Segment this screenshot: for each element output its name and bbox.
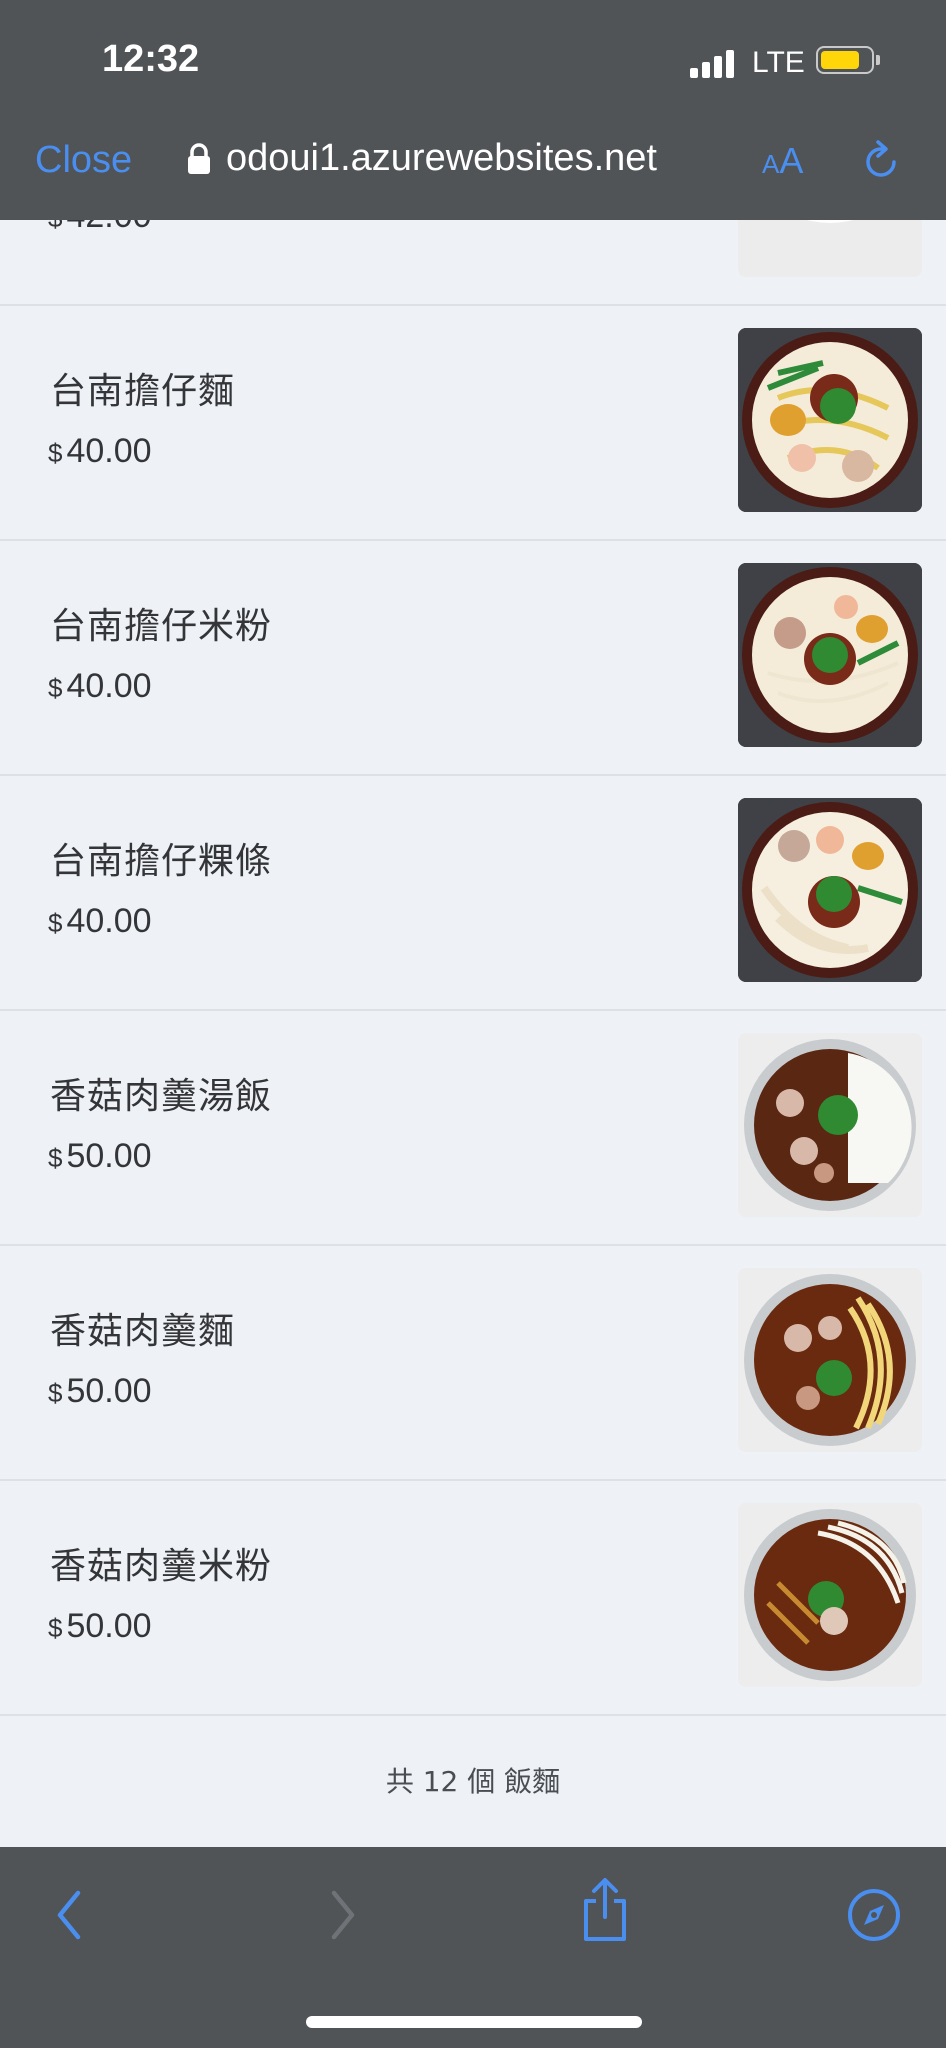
noodle-bowl-image bbox=[738, 328, 922, 512]
chevron-right-icon[interactable] bbox=[326, 1887, 360, 1943]
battery-cap bbox=[876, 55, 880, 65]
menu-item[interactable]: 台南擔仔米粉 $40.00 bbox=[0, 541, 946, 776]
menu-item[interactable]: 香菇肉羹米粉 $50.00 bbox=[0, 1481, 946, 1716]
item-count-footer: 共 12 個 飯麵 bbox=[385, 1765, 561, 1798]
text-size-small-glyph: A bbox=[762, 149, 780, 179]
menu-item[interactable]: 香菇肉羹湯飯 $50.00 bbox=[0, 1011, 946, 1246]
currency-symbol: $ bbox=[48, 1378, 63, 1408]
item-name: 台南擔仔粿條 bbox=[50, 841, 273, 882]
browser-header: 12:32 LTE Close odoui1.azurewebsites.net… bbox=[0, 0, 946, 220]
text-size-large-glyph: A bbox=[779, 140, 804, 181]
address-bar[interactable]: odoui1.azurewebsites.net bbox=[186, 137, 657, 180]
soup-rice-bowl-image bbox=[738, 1033, 922, 1217]
currency-symbol: $ bbox=[48, 673, 63, 703]
item-price: $40.00 bbox=[48, 432, 152, 471]
item-price: $40.00 bbox=[48, 667, 152, 706]
currency-symbol: $ bbox=[48, 1613, 63, 1643]
price-amount: 40.00 bbox=[66, 667, 152, 705]
flat-noodle-bowl-image bbox=[738, 798, 922, 982]
item-name: 台南擔仔米粉 bbox=[50, 606, 273, 647]
currency-symbol: $ bbox=[48, 908, 63, 938]
network-type: LTE bbox=[752, 46, 805, 79]
soup-noodle-bowl-image bbox=[738, 1268, 922, 1452]
currency-symbol: $ bbox=[48, 1143, 63, 1173]
item-name: 台南擔仔麵 bbox=[50, 371, 236, 412]
price-amount: 40.00 bbox=[66, 902, 152, 940]
compass-icon[interactable] bbox=[846, 1887, 902, 1943]
item-name: 香菇肉羹米粉 bbox=[50, 1546, 273, 1587]
chevron-left-icon[interactable] bbox=[52, 1887, 86, 1943]
share-icon[interactable] bbox=[580, 1877, 630, 1943]
item-price: $40.00 bbox=[48, 902, 152, 941]
menu-item[interactable]: 台南擔仔麵 $40.00 bbox=[0, 306, 946, 541]
item-price: $50.00 bbox=[48, 1137, 152, 1176]
home-indicator[interactable] bbox=[306, 2016, 642, 2028]
item-name: 香菇肉羹麵 bbox=[50, 1311, 236, 1352]
price-amount: 50.00 bbox=[66, 1607, 152, 1645]
rice-noodle-bowl-image bbox=[738, 563, 922, 747]
signal-strength-icon bbox=[690, 48, 736, 78]
menu-item[interactable]: 台南擔仔粿條 $40.00 bbox=[0, 776, 946, 1011]
lock-icon bbox=[188, 142, 210, 174]
url-text: odoui1.azurewebsites.net bbox=[226, 137, 657, 179]
reload-icon[interactable] bbox=[862, 138, 902, 182]
price-amount: 50.00 bbox=[66, 1372, 152, 1410]
item-price: $50.00 bbox=[48, 1372, 152, 1411]
price-amount: 50.00 bbox=[66, 1137, 152, 1175]
battery-icon bbox=[816, 46, 874, 74]
soup-rice-noodle-bowl-image bbox=[738, 1503, 922, 1687]
price-amount: 40.00 bbox=[66, 432, 152, 470]
close-button[interactable]: Close bbox=[35, 139, 132, 182]
screen: $42.00 台南擔仔麵 $40.00 bbox=[0, 0, 946, 2048]
item-price: $50.00 bbox=[48, 1607, 152, 1646]
battery-level bbox=[821, 51, 859, 69]
menu-item[interactable]: 香菇肉羹麵 $50.00 bbox=[0, 1246, 946, 1481]
currency-symbol: $ bbox=[48, 438, 63, 468]
status-time: 12:32 bbox=[102, 38, 200, 80]
item-name: 香菇肉羹湯飯 bbox=[50, 1076, 273, 1117]
text-size-button[interactable]: AA bbox=[762, 140, 803, 182]
